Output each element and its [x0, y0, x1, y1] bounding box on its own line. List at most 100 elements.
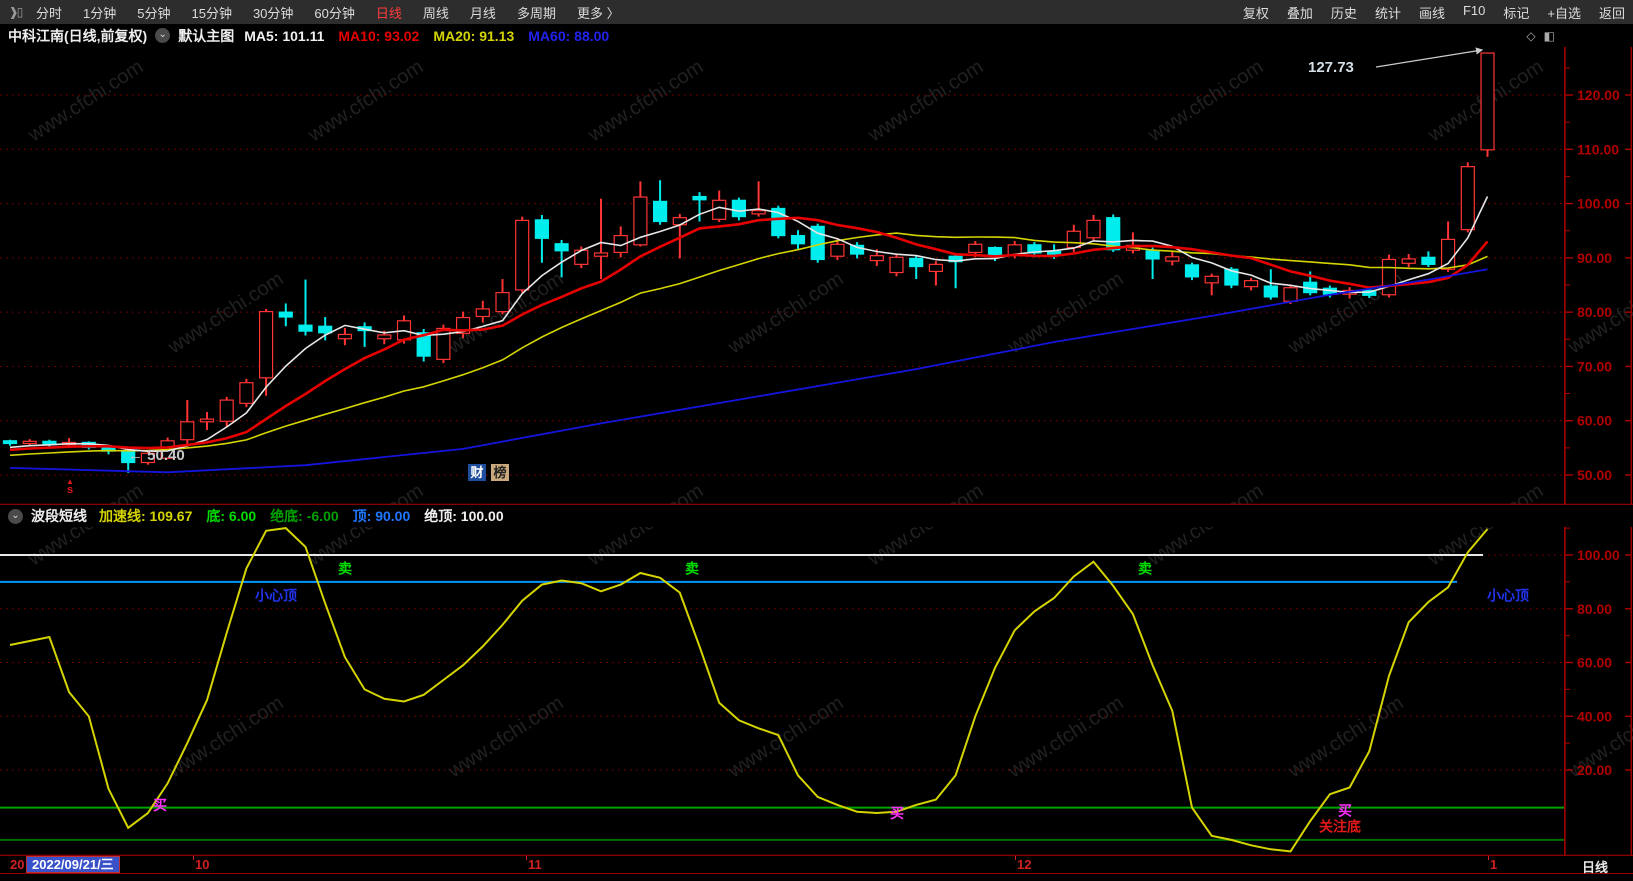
price-annotation: 127.73: [1308, 59, 1354, 76]
candle-body: [1087, 220, 1100, 237]
app-icon[interactable]: ❱▯: [0, 5, 30, 19]
period-menu-item[interactable]: 5分钟: [137, 3, 170, 22]
indicator-param-label: 顶: 90.00: [353, 508, 411, 524]
period-menu-item[interactable]: 日线: [376, 3, 402, 22]
period-indicator-label[interactable]: 日线: [1582, 857, 1608, 876]
month-tick: [193, 856, 194, 860]
candle-body: [831, 244, 844, 256]
main-chart-layout-label[interactable]: 默认主图: [178, 26, 234, 46]
candle-body: [516, 220, 529, 289]
month-label: 12: [1017, 857, 1031, 872]
tool-menu-item[interactable]: 返回: [1599, 3, 1625, 22]
candle-body: [4, 441, 17, 444]
price-axis-label: 100.00: [1577, 196, 1620, 212]
period-menu-item[interactable]: 月线: [470, 3, 496, 22]
candle-body: [713, 200, 726, 219]
ma-label: MA10: 93.02: [338, 28, 419, 44]
candle-body: [1146, 251, 1159, 259]
price-annotation: ← 50.40: [128, 447, 185, 464]
price-axis-label: 120.00: [1577, 87, 1620, 103]
tool-menu-item[interactable]: 复权: [1243, 3, 1269, 22]
candle-body: [1264, 286, 1277, 297]
candle-body: [732, 200, 745, 216]
candle-body: [555, 244, 568, 251]
tool-menu-item[interactable]: 标记: [1503, 3, 1529, 22]
tool-menu-item[interactable]: F10: [1463, 3, 1485, 22]
candle-body: [378, 335, 391, 339]
signal-label: 小心顶: [1487, 587, 1529, 603]
tool-menu-item[interactable]: 历史: [1331, 3, 1357, 22]
tool-menu-item[interactable]: 画线: [1419, 3, 1445, 22]
indicator-param-label: 绝底: -6.00: [270, 508, 338, 524]
candle-body: [476, 309, 489, 317]
signal-s-marker: ▲s: [62, 477, 78, 495]
indicator-axis-label: 80.00: [1577, 601, 1612, 617]
mini-badge-财[interactable]: 财: [468, 464, 486, 481]
candle-body: [299, 325, 312, 331]
candle-body: [910, 258, 923, 266]
period-menu-item[interactable]: 多周期: [517, 3, 556, 22]
candle-body: [496, 293, 509, 312]
period-menu-item[interactable]: 周线: [423, 3, 449, 22]
indicator-axis-label: 20.00: [1577, 762, 1612, 778]
price-axis-border: [1564, 28, 1565, 873]
period-menu-item[interactable]: 60分钟: [314, 3, 354, 22]
candle-body: [1402, 259, 1415, 263]
indicator-param-label: 绝顶: 100.00: [424, 508, 503, 524]
signal-label: 卖: [685, 560, 699, 576]
candle-body: [654, 201, 667, 221]
ma-values: MA5: 101.11MA10: 93.02MA20: 91.13MA60: 8…: [244, 28, 623, 44]
period-menu-item[interactable]: 30分钟: [253, 3, 293, 22]
candle-body: [1186, 265, 1199, 277]
candle-body: [792, 236, 805, 244]
period-menu: 分时 1分钟 5分钟 15分钟 30分钟 60分钟 日线 周线 月线 多周期 更多 〉: [36, 3, 620, 22]
candle-body: [535, 220, 548, 238]
price-axis-label: 90.00: [1577, 250, 1612, 266]
candle-body: [319, 326, 332, 333]
stock-title[interactable]: 中科江南(日线,前复权): [8, 26, 147, 46]
period-menu-item[interactable]: 1分钟: [83, 3, 116, 22]
right-edge-border: [1631, 47, 1632, 873]
indicator-chart[interactable]: 20.0040.0060.0080.00100.00买买买卖卖卖小心顶小心顶关注…: [0, 527, 1633, 856]
candle-body: [752, 211, 765, 214]
candle-body: [929, 264, 942, 271]
candle-body: [1166, 257, 1179, 261]
chart-info-bar: 中科江南(日线,前复权) ⌄ 默认主图 MA5: 101.11 MA10: 93.…: [0, 24, 1633, 47]
candle-body: [260, 312, 273, 378]
period-menu-item[interactable]: 分时: [36, 3, 62, 22]
month-tick: [526, 856, 527, 860]
ma-label: MA60: 88.00: [528, 28, 609, 44]
tool-menu-item[interactable]: 叠加: [1287, 3, 1313, 22]
chevron-down-icon[interactable]: ⌄: [8, 509, 23, 524]
period-menu-item[interactable]: 15分钟: [191, 3, 231, 22]
mini-badge-榜[interactable]: 榜: [491, 464, 509, 481]
tools-menu: 复权叠加历史统计画线 F10 标记 +自选返回: [1243, 3, 1625, 22]
chevron-down-icon[interactable]: ⌄: [155, 28, 170, 43]
tool-menu-item[interactable]: 统计: [1375, 3, 1401, 22]
month-tick: [1488, 856, 1489, 860]
price-axis-label: 60.00: [1577, 413, 1612, 429]
main-candlestick-chart[interactable]: 50.0060.0070.0080.0090.00100.00110.00120…: [0, 47, 1633, 505]
signal-label: 关注底: [1319, 818, 1361, 834]
candle-body: [201, 419, 214, 422]
indicator-params: 加速线: 109.67底: 6.00绝底: -6.00顶: 90.00绝顶: 1…: [99, 506, 518, 526]
month-tick: [1015, 856, 1016, 860]
price-axis-label: 110.00: [1577, 141, 1619, 157]
candle-body: [1422, 257, 1435, 264]
candle-body: [1481, 53, 1494, 150]
ma-label: MA5: 101.11: [244, 28, 324, 44]
price-axis-label: 80.00: [1577, 304, 1612, 320]
candle-body: [969, 244, 982, 252]
diamond-icon[interactable]: ◇: [1526, 29, 1535, 43]
candle-body: [279, 312, 292, 317]
indicator-param-label: 加速线: 109.67: [99, 508, 192, 524]
candle-body: [890, 257, 903, 272]
indicator-name[interactable]: 波段短线: [31, 506, 87, 526]
candle-body: [1067, 231, 1080, 247]
period-menu-item[interactable]: 更多 〉: [577, 3, 620, 22]
candle-body: [595, 253, 608, 256]
panel-toggle-icon[interactable]: ◧: [1544, 29, 1555, 43]
month-label: 10: [195, 857, 209, 872]
tool-menu-item[interactable]: +自选: [1547, 3, 1581, 22]
candle-body: [240, 383, 253, 404]
